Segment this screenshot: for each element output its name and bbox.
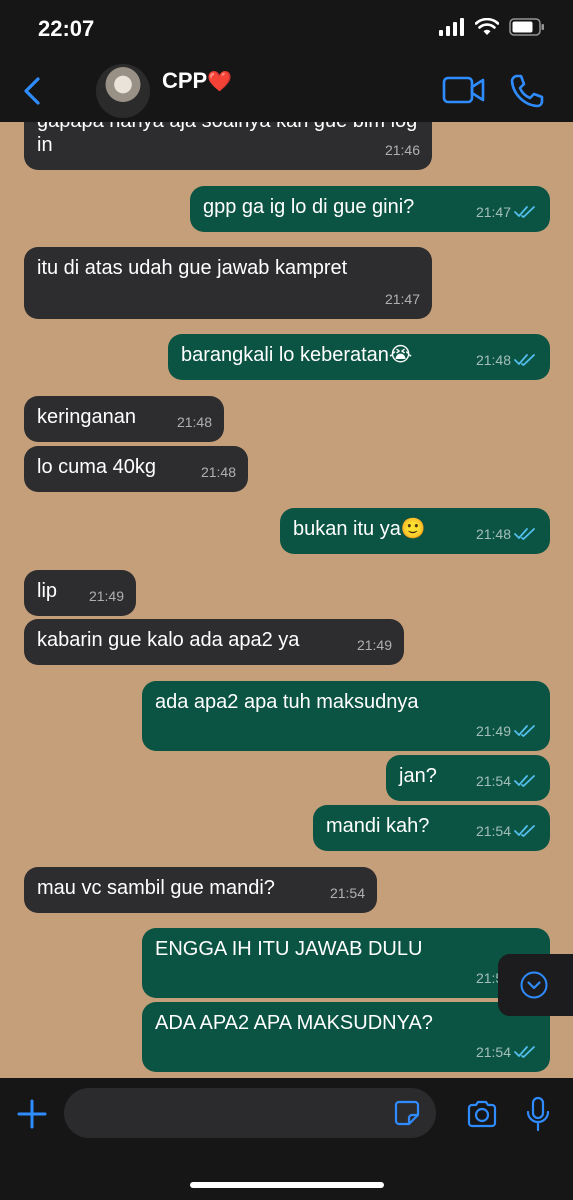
double-check-icon [514, 1046, 535, 1058]
message-meta: 21:49 [476, 719, 538, 743]
heart-emoji: ❤️ [207, 71, 233, 93]
message-text: gapapa hanya aja soalnya kan gue blm log… [37, 122, 417, 156]
status-icons [439, 18, 545, 36]
double-check-icon [514, 354, 535, 366]
message-time: 21:48 [475, 526, 511, 542]
message-bubble-outgoing[interactable]: ENGGA IH ITU JAWAB DULU 21:54 [142, 928, 550, 998]
sticker-icon[interactable] [394, 1100, 420, 1126]
message-meta: 21:46 [385, 138, 420, 162]
avatar[interactable] [96, 64, 150, 118]
message-time: 21:49 [88, 588, 124, 604]
message-time: 21:54 [475, 773, 511, 789]
message-bubble-incoming[interactable]: lo cuma 40kg 21:48 [24, 446, 248, 492]
message-time: 21:54 [329, 885, 365, 901]
video-camera-icon[interactable] [442, 74, 486, 106]
message-time: 21:54 [475, 823, 511, 839]
chat-area[interactable]: gapapa hanya aja soalnya kan gue blm log… [0, 122, 573, 1078]
message-time: 21:54 [475, 1044, 511, 1060]
status-time: 22:07 [38, 16, 95, 41]
message-bubble-outgoing[interactable]: ADA APA2 APA MAKSUDNYA? 21:54 [142, 1002, 550, 1072]
message-bubble-incoming[interactable]: keringanan 21:48 [24, 396, 224, 442]
message-meta: 21:54 [330, 881, 365, 905]
message-time: 21:48 [176, 414, 212, 430]
signal-icon [439, 18, 464, 36]
double-check-icon [514, 775, 535, 787]
chevron-down-circle-icon [520, 971, 548, 999]
message-bubble-outgoing[interactable]: jan? 21:54 [386, 755, 550, 801]
double-check-icon [514, 825, 535, 837]
double-check-icon [514, 528, 535, 540]
message-text: ada apa2 apa tuh maksudnya [155, 691, 419, 713]
message-bubble-incoming[interactable]: kabarin gue kalo ada apa2 ya 21:49 [24, 619, 404, 665]
message-meta: 21:54 [476, 1040, 538, 1064]
message-meta: 21:49 [357, 633, 392, 657]
message-bubble-incoming[interactable]: itu di atas udah gue jawab kampret 21:47 [24, 247, 432, 319]
message-time: 21:46 [384, 142, 420, 158]
message-text: itu di atas udah gue jawab kampret [37, 257, 348, 279]
plus-icon[interactable] [16, 1098, 48, 1130]
status-bar: 22:07 [0, 0, 573, 60]
message-meta: 21:47 [476, 200, 538, 224]
message-meta: 21:54 [476, 819, 538, 843]
message-text: ENGGA IH ITU JAWAB DULU [155, 938, 423, 960]
message-bubble-outgoing[interactable]: ada apa2 apa tuh maksudnya 21:49 [142, 681, 550, 751]
double-check-icon [514, 206, 535, 218]
message-meta: 21:49 [89, 584, 124, 608]
message-meta: 21:48 [476, 522, 538, 546]
message-meta: 21:48 [201, 460, 236, 484]
message-bubble-incoming[interactable]: gapapa hanya aja soalnya kan gue blm log… [24, 122, 432, 170]
message-input[interactable] [64, 1088, 436, 1138]
message-time: 21:47 [475, 204, 511, 220]
contact-name-text: CPP [162, 68, 208, 93]
message-bubble-outgoing[interactable]: bukan itu ya🙂 21:48 [280, 508, 550, 554]
wifi-icon [475, 18, 499, 35]
message-text: ADA APA2 APA MAKSUDNYA? [155, 1012, 433, 1034]
chat-header: CPP❤️ [0, 60, 573, 122]
message-text: kabarin gue kalo ada apa2 ya [37, 629, 300, 651]
battery-icon [509, 18, 544, 36]
message-bubble-outgoing[interactable]: gpp ga ig lo di gue gini? 21:47 [190, 186, 550, 232]
message-bubble-incoming[interactable]: mau vc sambil gue mandi? 21:54 [24, 867, 377, 913]
double-check-icon [514, 725, 535, 737]
microphone-icon[interactable] [526, 1096, 550, 1132]
message-text: mau vc sambil gue mandi? [37, 877, 275, 899]
message-bubble-outgoing[interactable]: barangkali lo keberatan😭 21:48 [168, 334, 550, 380]
camera-icon[interactable] [466, 1100, 498, 1128]
message-time: 21:48 [475, 352, 511, 368]
message-time: 21:49 [475, 723, 511, 739]
message-meta: 21:48 [476, 348, 538, 372]
message-meta: 21:48 [177, 410, 212, 434]
contact-name[interactable]: CPP❤️ [162, 68, 232, 94]
message-meta: 21:54 [476, 769, 538, 793]
message-input-bar [0, 1078, 573, 1200]
message-bubble-outgoing[interactable]: mandi kah? 21:54 [313, 805, 550, 851]
message-meta: 21:47 [385, 287, 420, 311]
message-time: 21:48 [200, 464, 236, 480]
chevron-left-icon[interactable] [18, 74, 48, 108]
message-time: 21:47 [384, 291, 420, 307]
message-bubble-incoming[interactable]: lip 21:49 [24, 570, 136, 616]
message-time: 21:49 [356, 637, 392, 653]
scroll-to-bottom-button[interactable] [498, 954, 573, 1016]
phone-icon[interactable] [508, 72, 546, 110]
home-indicator[interactable] [190, 1182, 384, 1188]
